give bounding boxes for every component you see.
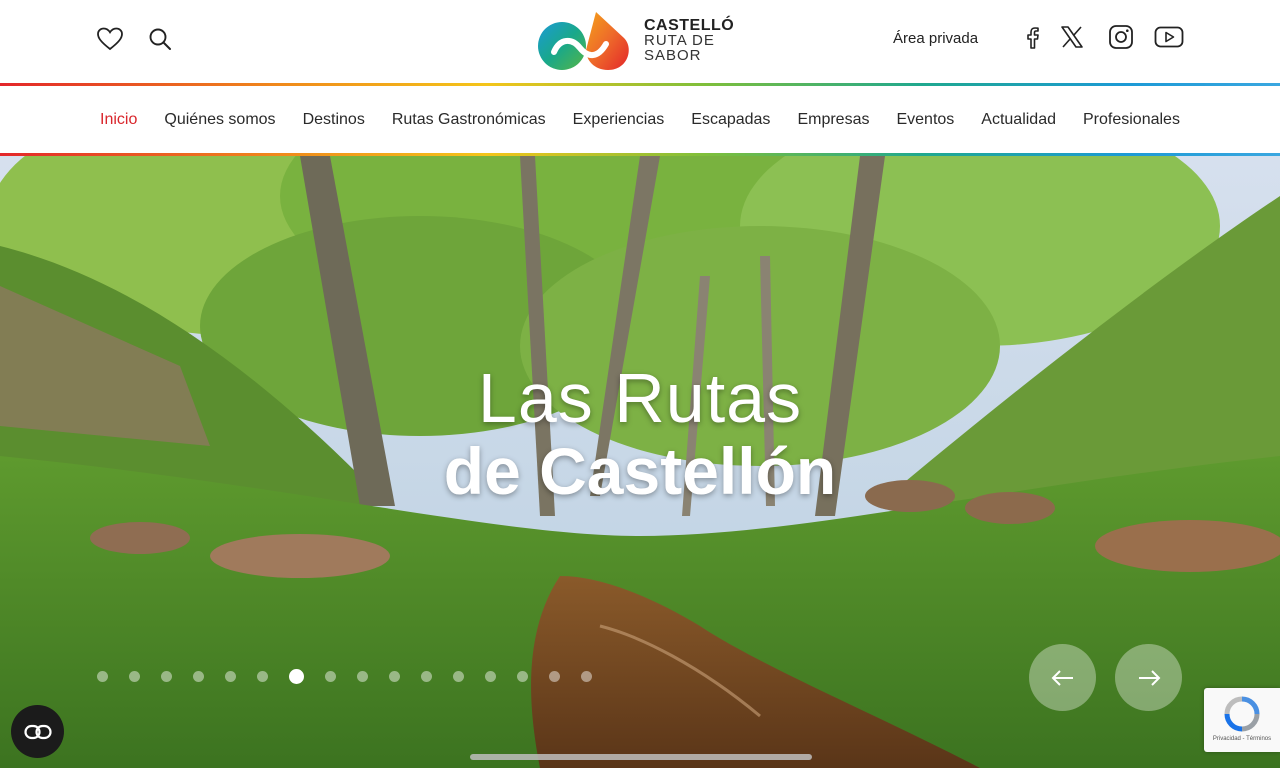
- nav-item-destinos[interactable]: Destinos: [303, 111, 365, 129]
- slider-dot[interactable]: [257, 670, 268, 682]
- nav-item-profesionales[interactable]: Profesionales: [1083, 111, 1180, 129]
- slider-dot[interactable]: [549, 670, 560, 682]
- slider-dot[interactable]: [485, 670, 496, 682]
- nav-item-quienes-somos[interactable]: Quiénes somos: [164, 111, 275, 129]
- nav-item-experiencias[interactable]: Experiencias: [573, 111, 665, 129]
- hero-title-line2: de Castellón: [443, 434, 837, 508]
- main-navigation: Inicio Quiénes somos Destinos Rutas Gast…: [0, 86, 1280, 153]
- x-icon[interactable]: [1057, 22, 1087, 52]
- logo-text-line1: CASTELLÓ: [644, 16, 735, 34]
- slider-prev-button[interactable]: [1029, 644, 1096, 711]
- slider-dot[interactable]: [325, 670, 336, 682]
- arrow-right-icon: [1138, 669, 1160, 686]
- facebook-icon[interactable]: [1017, 22, 1047, 52]
- arrow-left-icon: [1051, 669, 1073, 686]
- logo-text-line3: SABOR: [644, 46, 702, 64]
- slider-dot[interactable]: [289, 668, 304, 684]
- recaptcha-icon: [1224, 696, 1260, 732]
- youtube-icon[interactable]: [1152, 22, 1186, 52]
- slider-next-button[interactable]: [1115, 644, 1182, 711]
- site-header: CASTELLÓ RUTA DE SABOR Área privada: [0, 0, 1280, 84]
- horizontal-scrollbar[interactable]: [470, 754, 812, 760]
- nav-item-actualidad[interactable]: Actualidad: [981, 111, 1056, 129]
- logo-mark-icon: [538, 12, 629, 70]
- recaptcha-links[interactable]: Privacidad - Términos: [1213, 736, 1271, 742]
- private-area-link[interactable]: Área privada: [893, 30, 978, 47]
- accessibility-button[interactable]: [11, 705, 64, 758]
- nav-item-escapadas[interactable]: Escapadas: [691, 111, 770, 129]
- slider-dot[interactable]: [225, 670, 236, 682]
- nav-item-eventos[interactable]: Eventos: [896, 111, 954, 129]
- instagram-icon[interactable]: [1106, 22, 1136, 52]
- slider-dot[interactable]: [193, 670, 204, 682]
- slider-dot[interactable]: [389, 670, 400, 682]
- search-icon[interactable]: [144, 24, 176, 54]
- slider-dot[interactable]: [581, 670, 592, 682]
- slider-dot[interactable]: [453, 670, 464, 682]
- slider-dot[interactable]: [517, 670, 528, 682]
- hero-slider: Las Rutas de Castellón: [0, 156, 1280, 768]
- heart-icon[interactable]: [94, 24, 126, 54]
- slider-dot[interactable]: [357, 670, 368, 682]
- hero-title: Las Rutas de Castellón: [0, 360, 1280, 506]
- slider-pagination: [97, 668, 592, 684]
- slider-dot[interactable]: [97, 670, 108, 682]
- nav-item-inicio[interactable]: Inicio: [100, 111, 137, 129]
- recaptcha-badge[interactable]: Privacidad - Términos: [1204, 688, 1280, 752]
- slider-dot[interactable]: [421, 670, 432, 682]
- slider-dot[interactable]: [129, 670, 140, 682]
- hero-title-line1: Las Rutas: [477, 359, 803, 437]
- accessibility-icon: [23, 724, 52, 739]
- slider-dot[interactable]: [161, 670, 172, 682]
- logo-text-line2: RUTA DE: [644, 31, 715, 49]
- nav-item-rutas-gastronomicas[interactable]: Rutas Gastronómicas: [392, 111, 546, 129]
- nav-item-empresas[interactable]: Empresas: [797, 111, 869, 129]
- site-logo[interactable]: CASTELLÓ RUTA DE SABOR: [536, 8, 748, 72]
